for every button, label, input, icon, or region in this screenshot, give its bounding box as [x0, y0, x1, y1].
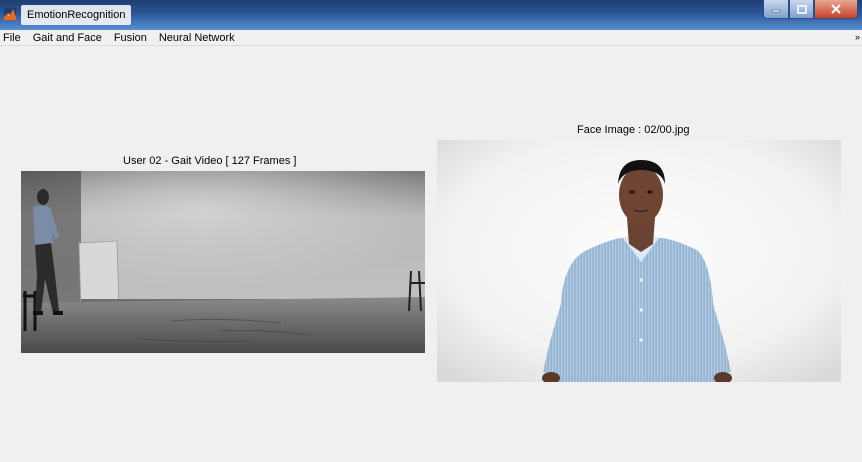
menu-overflow-button[interactable]: » [855, 30, 860, 45]
menu-gait-and-face[interactable]: Gait and Face [27, 31, 108, 45]
matlab-icon [4, 8, 16, 20]
window-title: EmotionRecognition [21, 5, 132, 25]
minimize-icon [771, 9, 781, 13]
maximize-button[interactable] [789, 0, 814, 19]
face-image [437, 140, 841, 382]
title-bar: EmotionRecognition [0, 0, 862, 30]
menu-file[interactable]: File [0, 31, 27, 45]
minimize-button[interactable] [763, 0, 789, 19]
menu-bar: File Gait and Face Fusion Neural Network… [0, 30, 862, 46]
face-image-title: Face Image : 02/00.jpg [577, 124, 690, 136]
window-controls [763, 0, 858, 20]
menu-neural-network[interactable]: Neural Network [153, 31, 241, 45]
close-icon [831, 4, 841, 14]
gait-video-title: User 02 - Gait Video [ 127 Frames ] [123, 155, 297, 167]
close-button[interactable] [814, 0, 858, 19]
menu-fusion[interactable]: Fusion [108, 31, 153, 45]
gait-video-frame [21, 171, 425, 353]
maximize-icon [796, 4, 807, 14]
